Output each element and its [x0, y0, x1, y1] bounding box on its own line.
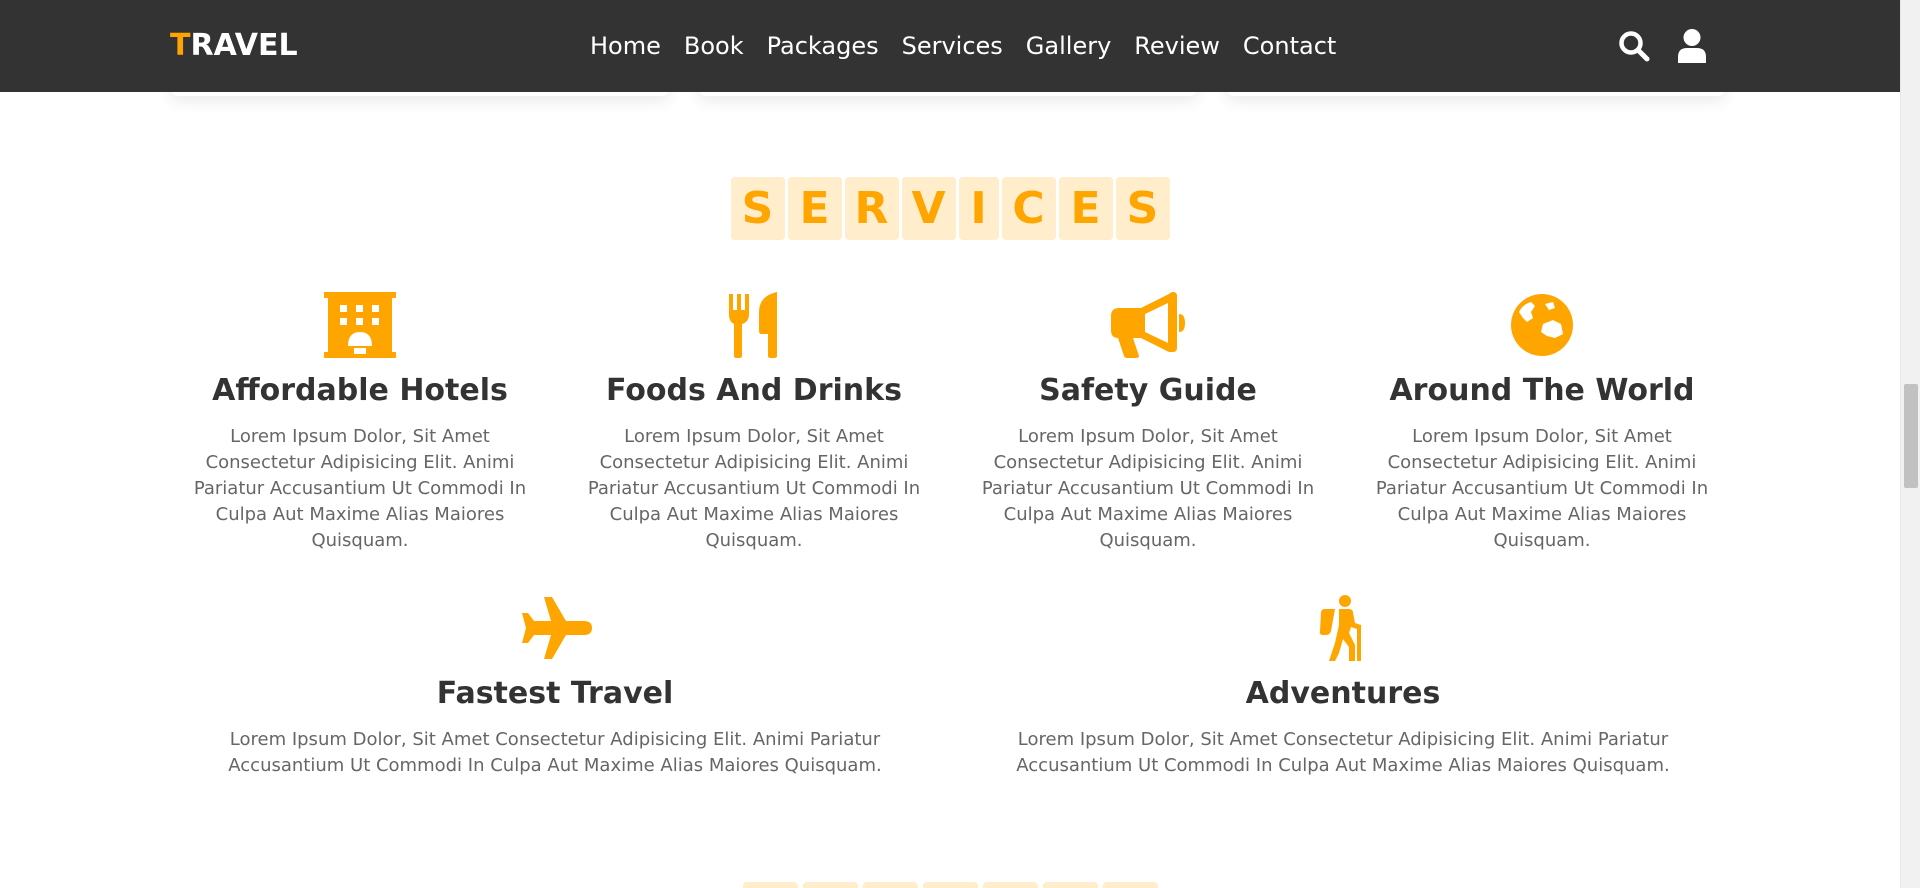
- nav-book[interactable]: Book: [684, 26, 744, 66]
- heading-letter: S: [730, 177, 785, 240]
- nav-home[interactable]: Home: [590, 26, 661, 66]
- globe-icon: [1357, 290, 1727, 360]
- service-card-hotels: Affordable Hotels Lorem Ipsum Dolor, Sit…: [175, 290, 545, 554]
- plane-icon: [185, 593, 925, 663]
- hiking-icon: [973, 593, 1713, 663]
- nav-review[interactable]: Review: [1134, 26, 1220, 66]
- services-heading: S E R V I C E S: [0, 177, 1900, 240]
- bullhorn-icon: [963, 290, 1333, 360]
- service-description: Lorem Ipsum Dolor, Sit Amet Consectetur …: [1016, 729, 1670, 776]
- heading-letter: V: [901, 177, 956, 240]
- service-title: Adventures: [1245, 676, 1441, 711]
- nav-gallery[interactable]: Gallery: [1026, 26, 1111, 66]
- next-section-heading: [0, 882, 1900, 888]
- heading-letter-stub: [982, 882, 1038, 888]
- utensils-icon: [569, 290, 939, 360]
- heading-letter: C: [1001, 177, 1056, 240]
- service-description: Lorem Ipsum Dolor, Sit Amet Consectetur …: [981, 426, 1315, 551]
- page-scrollbar[interactable]: [1900, 0, 1920, 888]
- logo[interactable]: TRAVEL: [170, 26, 298, 66]
- nav-contact[interactable]: Contact: [1243, 26, 1336, 66]
- logo-text: RAVEL: [190, 28, 298, 63]
- heading-letter: E: [787, 177, 842, 240]
- service-title: Safety Guide: [1039, 373, 1257, 408]
- nav-packages[interactable]: Packages: [767, 26, 879, 66]
- heading-letter-stub: [862, 882, 918, 888]
- heading-letter: E: [1058, 177, 1113, 240]
- heading-letter-stub: [742, 882, 798, 888]
- service-description: Lorem Ipsum Dolor, Sit Amet Consectetur …: [1375, 426, 1709, 551]
- main-nav: Home Book Packages Services Gallery Revi…: [590, 26, 1336, 66]
- service-card-safety: Safety Guide Lorem Ipsum Dolor, Sit Amet…: [963, 290, 1333, 554]
- nav-services[interactable]: Services: [902, 26, 1003, 66]
- service-card-travel: Fastest Travel Lorem Ipsum Dolor, Sit Am…: [185, 593, 925, 779]
- hotel-icon: [175, 290, 545, 360]
- scrollbar-thumb[interactable]: [1904, 384, 1918, 488]
- user-icon[interactable]: [1674, 26, 1710, 66]
- heading-letter: S: [1115, 177, 1170, 240]
- service-card-foods: Foods And Drinks Lorem Ipsum Dolor, Sit …: [569, 290, 939, 554]
- logo-first-letter: T: [170, 28, 191, 63]
- service-title: Around The World: [1389, 373, 1695, 408]
- header-icons: [1616, 26, 1710, 66]
- service-title: Fastest Travel: [436, 676, 674, 711]
- service-title: Foods And Drinks: [606, 373, 902, 408]
- service-title: Affordable Hotels: [212, 373, 508, 408]
- service-card-adventures: Adventures Lorem Ipsum Dolor, Sit Amet C…: [973, 593, 1713, 779]
- service-description: Lorem Ipsum Dolor, Sit Amet Consectetur …: [228, 729, 882, 776]
- heading-letter-stub: [1102, 882, 1158, 888]
- service-description: Lorem Ipsum Dolor, Sit Amet Consectetur …: [193, 426, 527, 551]
- heading-letter-stub: [802, 882, 858, 888]
- service-description: Lorem Ipsum Dolor, Sit Amet Consectetur …: [587, 426, 921, 551]
- heading-letter-stub: [922, 882, 978, 888]
- heading-letter: R: [844, 177, 899, 240]
- heading-letter: I: [958, 177, 999, 240]
- site-header: TRAVEL Home Book Packages Services Galle…: [0, 0, 1900, 92]
- heading-letter-stub: [1042, 882, 1098, 888]
- service-card-world: Around The World Lorem Ipsum Dolor, Sit …: [1357, 290, 1727, 554]
- search-icon[interactable]: [1616, 26, 1652, 66]
